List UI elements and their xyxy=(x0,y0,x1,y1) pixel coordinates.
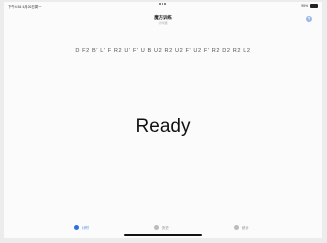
app-screen: 下午4:54 4月26日周一 95% 魔方训练 计时器 ? D F2 B' L'… xyxy=(4,2,322,238)
page-subtitle: 计时器 xyxy=(158,21,168,25)
history-icon xyxy=(154,225,159,230)
scramble-sequence: D F2 B' L' F R2 U' F' U B U2 R2 U2 F' U2… xyxy=(75,48,251,54)
tab-label: 历史 xyxy=(162,226,169,230)
multitasking-dots[interactable] xyxy=(159,3,167,5)
timer-status[interactable]: Ready xyxy=(4,116,322,138)
help-icon[interactable]: ? xyxy=(306,16,312,22)
tab-history[interactable]: 历史 xyxy=(154,225,169,230)
status-time: 下午4:54 4月26日周一 xyxy=(8,5,42,9)
battery-icon xyxy=(310,4,318,8)
home-indicator[interactable] xyxy=(124,234,202,236)
tab-stats[interactable]: 统计 xyxy=(234,225,249,230)
timer-icon xyxy=(74,225,79,230)
tab-label: 统计 xyxy=(242,226,249,230)
stats-icon xyxy=(234,225,239,230)
status-bar: 下午4:54 4月26日周一 95% xyxy=(4,2,322,10)
battery-percent: 95% xyxy=(301,4,308,8)
tab-timer[interactable]: 计时 xyxy=(74,225,89,230)
tab-label: 计时 xyxy=(82,226,89,230)
